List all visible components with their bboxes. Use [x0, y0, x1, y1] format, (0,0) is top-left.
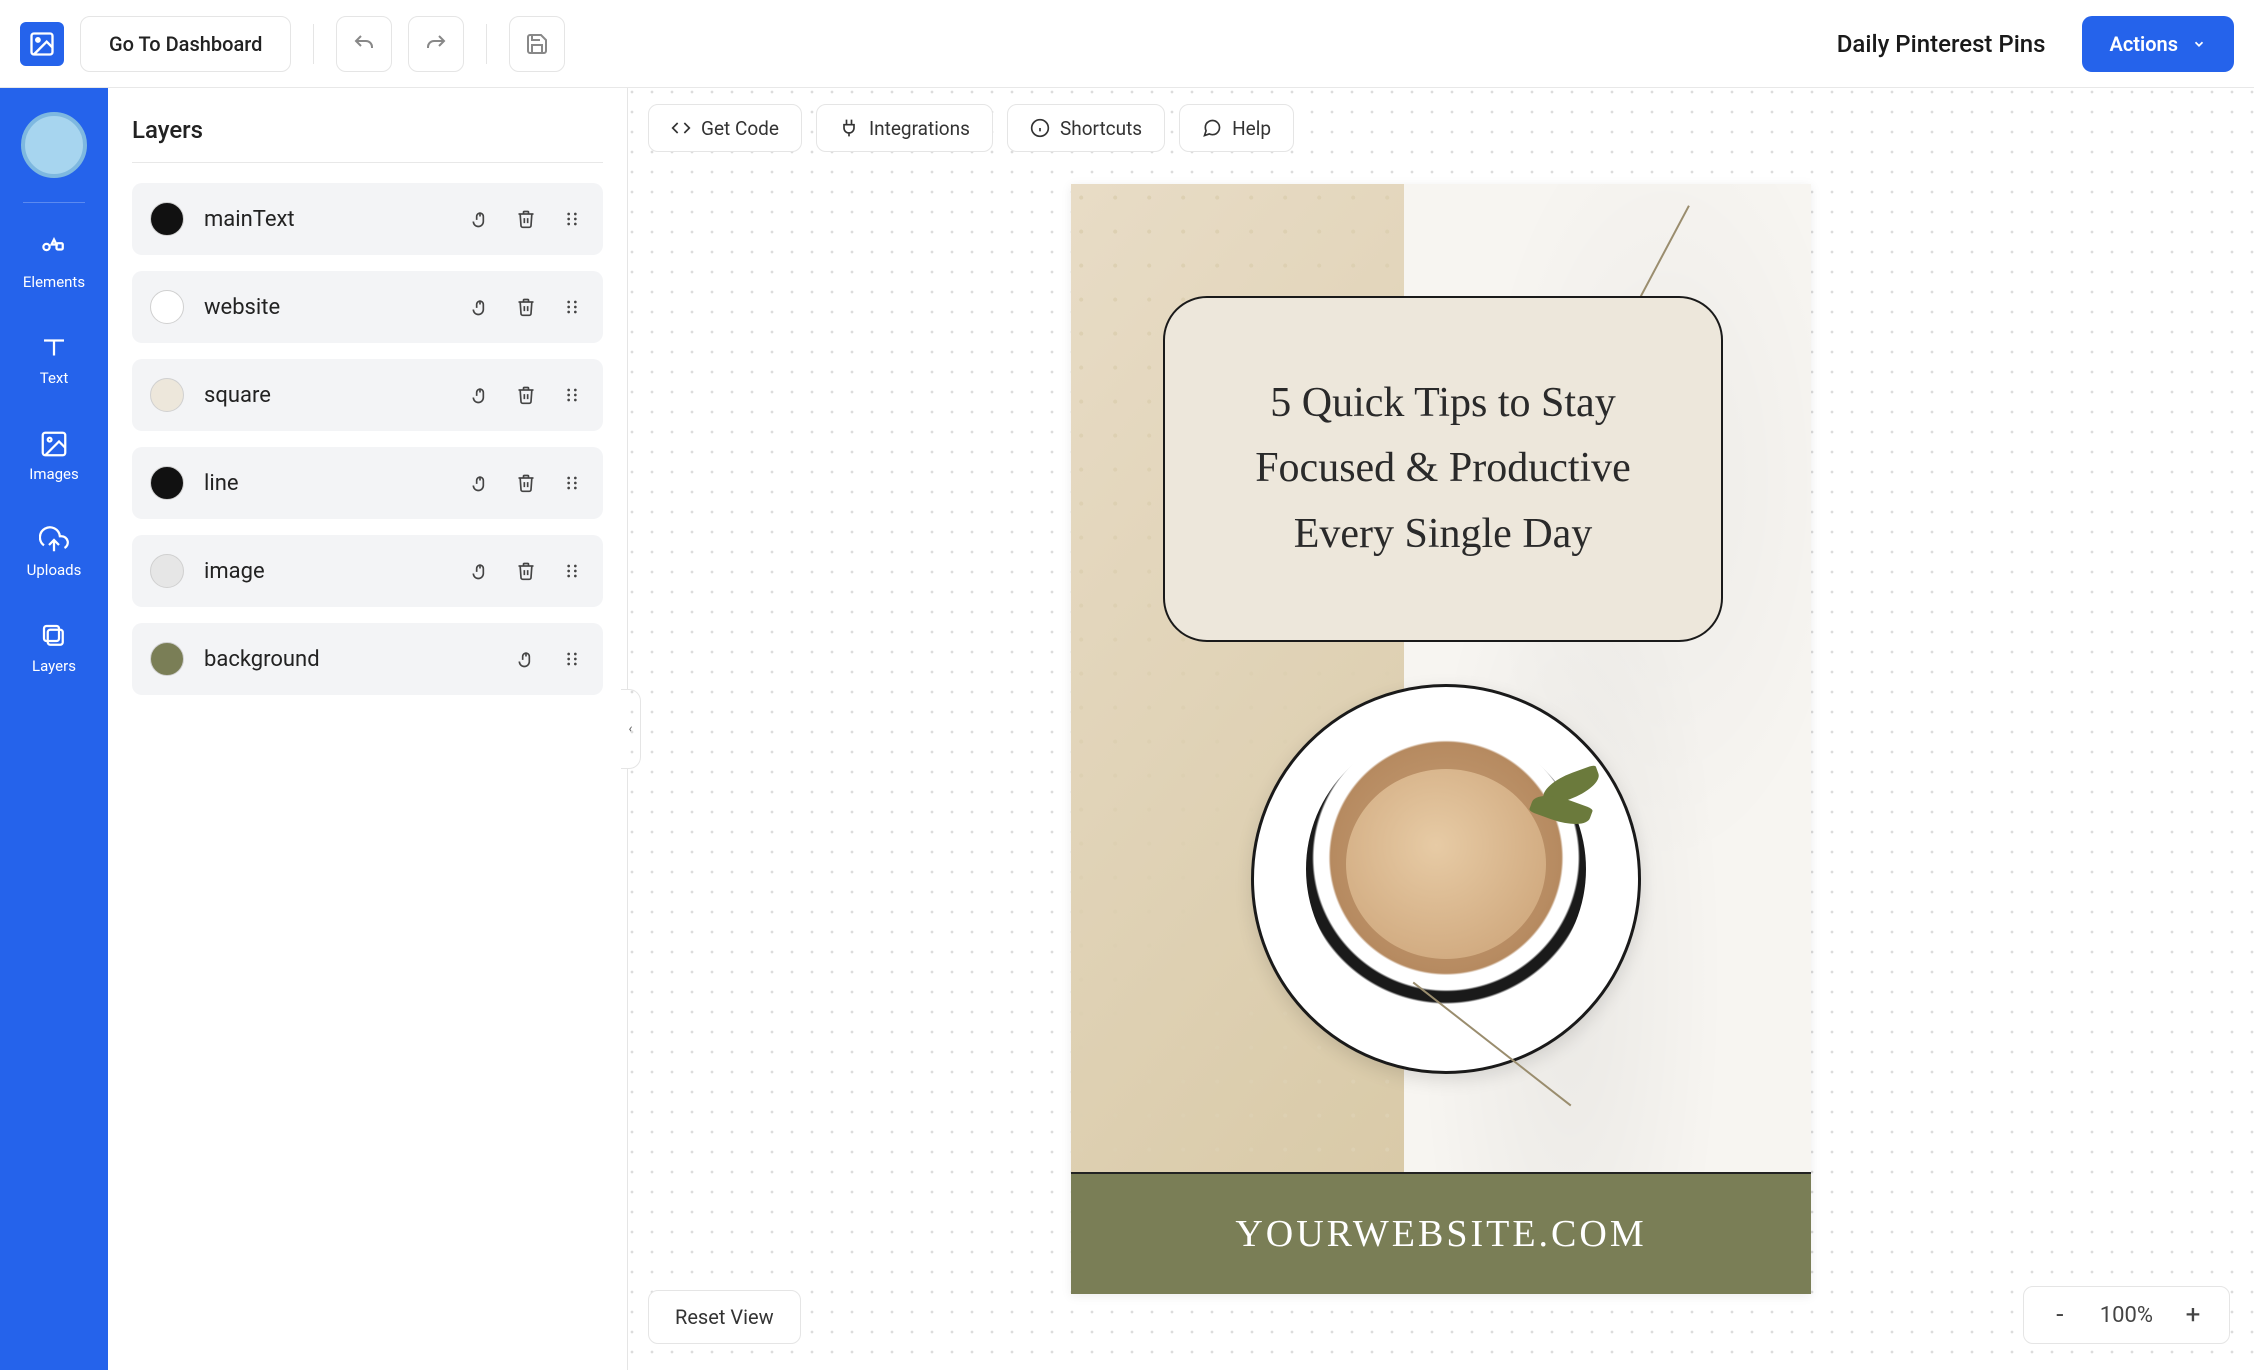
drag-handle-icon[interactable]: [559, 646, 585, 672]
trash-icon[interactable]: [513, 294, 539, 320]
trash-icon[interactable]: [513, 382, 539, 408]
rail-label: Images: [29, 465, 79, 483]
pin-image-layer: 5 Quick Tips to Stay Focused & Productiv…: [1071, 184, 1811, 1174]
layer-row[interactable]: square: [132, 359, 603, 431]
rail-label: Uploads: [27, 561, 82, 579]
drag-handle-icon[interactable]: [559, 558, 585, 584]
rail-item-uploads[interactable]: Uploads: [0, 511, 108, 593]
trash-icon[interactable]: [513, 558, 539, 584]
decoration: [1346, 769, 1546, 959]
layers-title: Layers: [132, 116, 603, 144]
plug-icon: [839, 118, 859, 138]
image-icon: [39, 429, 69, 459]
layer-name: background: [204, 647, 493, 672]
layers-panel: Layers mainText website square line image bac…: [108, 88, 628, 1370]
pin-website-text: YOURWEBSITE.COM: [1235, 1212, 1646, 1256]
trash-icon[interactable]: [513, 206, 539, 232]
layer-row[interactable]: line: [132, 447, 603, 519]
info-icon: [1030, 118, 1050, 138]
zoom-out-button[interactable]: -: [2050, 1300, 2070, 1330]
actions-button[interactable]: Actions: [2082, 16, 2234, 72]
layer-swatch: [150, 378, 184, 412]
layer-name: line: [204, 471, 447, 496]
drag-handle-icon[interactable]: [559, 382, 585, 408]
integrations-button[interactable]: Integrations: [816, 104, 993, 152]
drag-handle-icon[interactable]: [559, 470, 585, 496]
canvas-toolbar: Get Code Integrations Shortcuts Help: [648, 104, 1294, 152]
save-button[interactable]: [509, 16, 565, 72]
label: Shortcuts: [1060, 117, 1142, 140]
zoom-value: 100%: [2100, 1303, 2153, 1328]
zoom-control: - 100% +: [2023, 1286, 2230, 1344]
pointer-icon[interactable]: [467, 558, 493, 584]
rail-label: Layers: [32, 657, 76, 675]
label: Get Code: [701, 117, 779, 140]
rail-item-layers[interactable]: Layers: [0, 607, 108, 689]
help-button[interactable]: Help: [1179, 104, 1294, 152]
rail-label: Text: [40, 369, 69, 387]
layer-swatch: [150, 642, 184, 676]
layer-name: mainText: [204, 207, 447, 232]
layer-swatch: [150, 554, 184, 588]
pin-main-text: 5 Quick Tips to Stay Focused & Productiv…: [1209, 371, 1677, 566]
drag-handle-icon[interactable]: [559, 206, 585, 232]
layer-name: square: [204, 383, 447, 408]
layer-swatch: [150, 290, 184, 324]
label: Help: [1232, 117, 1271, 140]
layer-row[interactable]: mainText: [132, 183, 603, 255]
get-code-button[interactable]: Get Code: [648, 104, 802, 152]
top-header: Go To Dashboard Daily Pinterest Pins Act…: [0, 0, 2254, 88]
layer-name: website: [204, 295, 447, 320]
pointer-icon[interactable]: [467, 382, 493, 408]
layer-swatch: [150, 202, 184, 236]
layers-icon: [39, 621, 69, 651]
redo-button[interactable]: [408, 16, 464, 72]
upload-icon: [39, 525, 69, 555]
chat-icon: [1202, 118, 1222, 138]
actions-label: Actions: [2110, 32, 2178, 56]
layer-name: image: [204, 559, 447, 584]
pin-canvas[interactable]: 5 Quick Tips to Stay Focused & Productiv…: [1071, 184, 1811, 1294]
rail-item-text[interactable]: Text: [0, 319, 108, 401]
code-icon: [671, 118, 691, 138]
reset-view-button[interactable]: Reset View: [648, 1290, 801, 1344]
rail-label: Elements: [23, 273, 85, 291]
zoom-in-button[interactable]: +: [2183, 1300, 2203, 1330]
text-icon: [39, 333, 69, 363]
pointer-icon[interactable]: [467, 206, 493, 232]
shortcuts-button[interactable]: Shortcuts: [1007, 104, 1165, 152]
divider: [132, 162, 603, 163]
undo-button[interactable]: [336, 16, 392, 72]
trash-icon[interactable]: [513, 470, 539, 496]
layer-swatch: [150, 466, 184, 500]
pointer-icon[interactable]: [467, 470, 493, 496]
label: Integrations: [869, 117, 970, 140]
layer-row[interactable]: background: [132, 623, 603, 695]
rail-item-images[interactable]: Images: [0, 415, 108, 497]
layer-row[interactable]: website: [132, 271, 603, 343]
go-to-dashboard-button[interactable]: Go To Dashboard: [80, 16, 291, 72]
layer-row[interactable]: image: [132, 535, 603, 607]
separator: [486, 24, 487, 64]
canvas-area[interactable]: Get Code Integrations Shortcuts Help: [628, 88, 2254, 1370]
app-logo[interactable]: [20, 22, 64, 66]
project-title: Daily Pinterest Pins: [1837, 30, 2046, 58]
chevron-down-icon: [2192, 37, 2206, 51]
drag-handle-icon[interactable]: [559, 294, 585, 320]
avatar[interactable]: [21, 112, 87, 178]
pointer-icon[interactable]: [467, 294, 493, 320]
shapes-icon: [39, 237, 69, 267]
separator: [313, 24, 314, 64]
rail-item-elements[interactable]: Elements: [0, 223, 108, 305]
pointer-icon[interactable]: [513, 646, 539, 672]
pin-background-layer: YOURWEBSITE.COM: [1071, 1174, 1811, 1294]
divider: [23, 202, 85, 203]
pin-square-layer: 5 Quick Tips to Stay Focused & Productiv…: [1163, 296, 1723, 642]
left-rail: Elements Text Images Uploads Layers: [0, 88, 108, 1370]
